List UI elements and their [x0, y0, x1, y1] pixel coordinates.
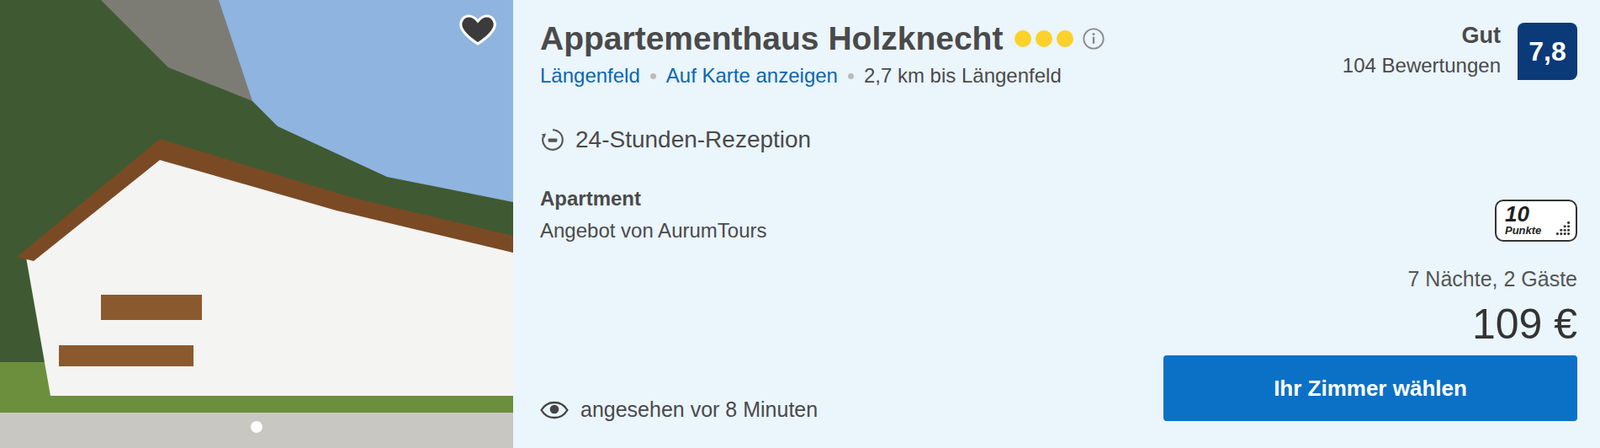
choose-room-button[interactable]: Ihr Zimmer wählen	[1163, 354, 1578, 421]
distance: 2,7 km bis Längenfeld	[863, 63, 1062, 88]
feature-row: 24-Stunden-Rezeption	[540, 126, 1106, 154]
room-type: Apartment	[540, 186, 1106, 211]
rating[interactable]: Gut 104 Bewertungen 7,8	[1342, 22, 1578, 80]
rating-text: Gut 104 Bewertungen	[1342, 22, 1501, 78]
price-column: Gut 104 Bewertungen 7,8 10Punkte 7 Nächte, 2…	[1163, 20, 1578, 422]
carousel-dots	[0, 420, 514, 433]
title-row: Appartementhaus Holzknecht	[540, 20, 1106, 58]
star-dot	[1056, 30, 1074, 48]
photo-image	[0, 0, 514, 448]
eye-icon	[540, 400, 569, 419]
dots-pattern-icon	[1553, 218, 1573, 238]
star-dot	[1014, 30, 1032, 48]
stay-info: 7 Nächte, 2 Gäste	[1407, 266, 1578, 292]
hotel-photo[interactable]	[0, 0, 514, 448]
points-value: 10	[1504, 202, 1530, 225]
viewed-row: angesehen vor 8 Minuten	[540, 397, 1106, 422]
heart-icon	[457, 8, 499, 49]
carousel-dot[interactable]	[250, 420, 263, 433]
rating-label: Gut	[1342, 22, 1501, 49]
offer-provider: Angebot von AurumTours	[540, 218, 1106, 243]
star-dot	[1035, 30, 1053, 48]
favorite-button[interactable]	[457, 8, 499, 49]
price: 109 €	[1472, 299, 1578, 349]
points-label: Punkte	[1504, 224, 1542, 236]
info-icon[interactable]	[1081, 26, 1106, 51]
review-count: 104 Bewertungen	[1342, 53, 1501, 78]
24h-clock-icon	[540, 127, 566, 153]
hotel-title[interactable]: Appartementhaus Holzknecht	[540, 20, 1003, 58]
points-badge: 10Punkte	[1494, 199, 1578, 242]
details-column: Appartementhaus Holzknecht Längenfeld Auf …	[540, 20, 1106, 422]
map-link[interactable]: Auf Karte anzeigen	[666, 63, 838, 88]
separator-dot	[847, 73, 854, 80]
room-info: Apartment Angebot von AurumTours	[540, 186, 1106, 243]
viewed-text: angesehen vor 8 Minuten	[580, 397, 818, 422]
star-rating	[1014, 30, 1074, 48]
separator-dot	[650, 73, 657, 80]
score-badge: 7,8	[1517, 22, 1578, 80]
hotel-card: Appartementhaus Holzknecht Längenfeld Auf …	[0, 0, 1600, 448]
info-panel: Appartementhaus Holzknecht Längenfeld Auf …	[513, 0, 1600, 448]
location-row: Längenfeld Auf Karte anzeigen 2,7 km bis L…	[540, 63, 1106, 88]
location-link[interactable]: Längenfeld	[540, 63, 641, 88]
feature-text: 24-Stunden-Rezeption	[575, 126, 811, 154]
